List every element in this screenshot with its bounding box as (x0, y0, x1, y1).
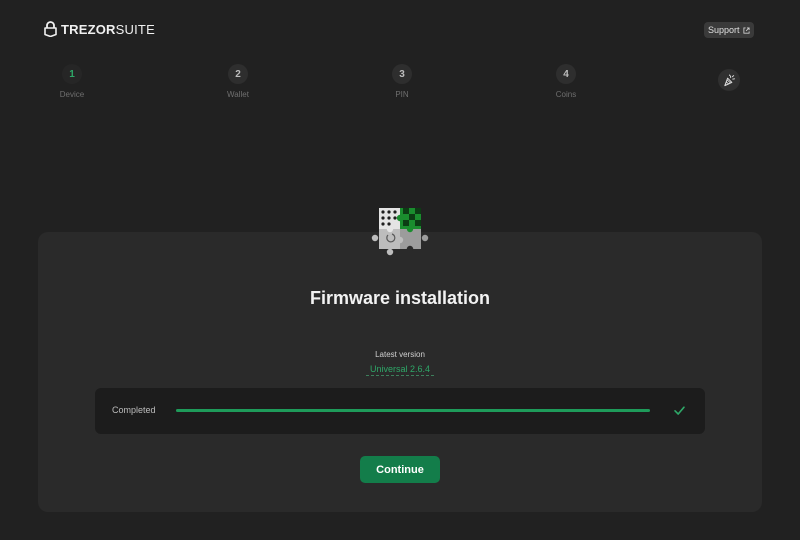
step-pin[interactable]: 3 PIN (372, 64, 432, 99)
step-label: Wallet (227, 90, 249, 99)
brand-secondary: SUITE (115, 21, 155, 37)
page-title: Firmware installation (309, 288, 491, 308)
progress-status: Completed (112, 405, 156, 415)
step-label: PIN (395, 90, 409, 99)
firmware-version-link[interactable]: Universal 2.6.4 (366, 364, 434, 376)
step-number: 3 (392, 64, 412, 84)
support-label: Support (708, 25, 740, 35)
step-number: 4 (556, 64, 576, 84)
external-link-icon (742, 26, 750, 34)
step-device[interactable]: 1 Device (42, 64, 102, 99)
brand-primary: TREZOR (61, 21, 116, 37)
step-label: Coins (555, 90, 577, 99)
trezor-suite-logo: TREZORSUITE (44, 20, 155, 38)
support-button[interactable]: Support (704, 22, 754, 38)
step-coins[interactable]: 4 Coins (536, 64, 596, 99)
install-progress-panel: Completed (95, 388, 705, 434)
step-wallet[interactable]: 2 Wallet (208, 64, 268, 99)
step-number: 1 (62, 64, 82, 84)
step-finish[interactable] (718, 69, 740, 91)
latest-version-label: Latest version (375, 350, 425, 359)
lock-icon (44, 21, 57, 37)
step-label: Device (59, 90, 85, 99)
party-popper-icon (723, 73, 735, 86)
continue-button[interactable]: Continue (360, 456, 440, 483)
logo-text: TREZORSUITE (61, 22, 155, 37)
progress-bar-fill (176, 409, 650, 412)
puzzle-icon (371, 208, 429, 256)
check-icon (674, 406, 685, 415)
progress-bar (176, 409, 650, 412)
step-number: 2 (228, 64, 248, 84)
